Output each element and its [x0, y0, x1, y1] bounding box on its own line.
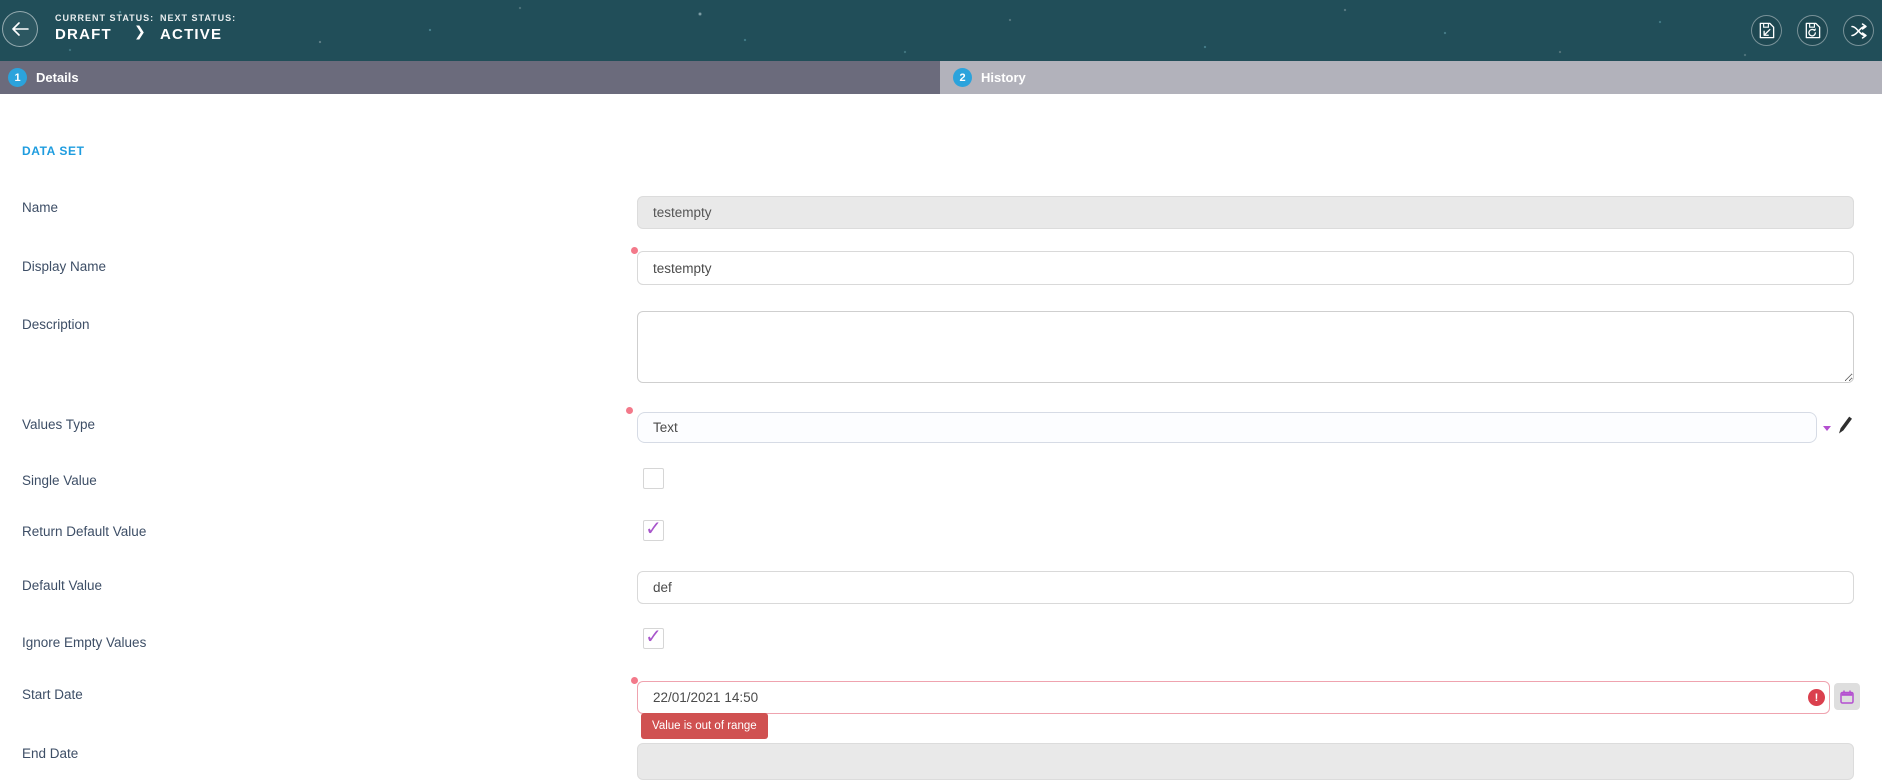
current-status-label: CURRENT STATUS:	[55, 13, 154, 23]
back-button[interactable]	[2, 11, 38, 47]
name-input[interactable]	[637, 196, 1854, 229]
check-icon: ✓	[645, 627, 662, 647]
single-value-checkbox[interactable]	[643, 468, 664, 489]
display-name-input[interactable]	[637, 251, 1854, 285]
status-header: CURRENT STATUS: DRAFT ❯ NEXT STATUS: ACT…	[0, 0, 1882, 61]
next-status-value: ACTIVE	[160, 26, 236, 43]
return-default-value-label: Return Default Value	[22, 524, 146, 539]
tab-history-label: History	[981, 70, 1026, 85]
start-date-error-message: Value is out of range	[641, 713, 768, 739]
return-default-value-checkbox[interactable]: ✓	[643, 520, 664, 541]
description-label: Description	[22, 317, 90, 332]
values-type-dropdown-caret-icon[interactable]	[1823, 426, 1831, 431]
end-date-input[interactable]	[637, 743, 1854, 780]
transitions-button[interactable]	[1843, 15, 1874, 46]
step-tabbar: 1 Details 2 History	[0, 61, 1882, 94]
default-value-label: Default Value	[22, 578, 102, 593]
tab-details[interactable]: 1 Details	[0, 61, 940, 94]
save-refresh-button[interactable]	[1797, 15, 1828, 46]
description-textarea[interactable]	[637, 311, 1854, 383]
tab-history[interactable]: 2 History	[940, 61, 1882, 94]
values-type-input[interactable]	[637, 412, 1817, 443]
pencil-icon	[1836, 414, 1854, 436]
status-chevron-icon: ❯	[134, 23, 146, 40]
single-value-label: Single Value	[22, 473, 97, 488]
required-dot	[626, 407, 633, 414]
next-status: NEXT STATUS: ACTIVE	[160, 13, 236, 43]
section-title-data-set: DATA SET	[22, 144, 85, 158]
default-value-input[interactable]	[637, 571, 1854, 604]
save-refresh-icon	[1803, 21, 1822, 40]
end-date-label: End Date	[22, 746, 78, 761]
start-date-input[interactable]	[637, 681, 1830, 714]
start-date-calendar-button[interactable]	[1834, 683, 1860, 710]
ignore-empty-values-checkbox[interactable]: ✓	[643, 628, 664, 649]
error-icon: !	[1808, 689, 1825, 706]
check-icon: ✓	[645, 519, 662, 539]
calendar-icon	[1839, 689, 1855, 705]
next-status-label: NEXT STATUS:	[160, 13, 236, 23]
name-label: Name	[22, 200, 58, 215]
tab-details-number: 1	[8, 68, 27, 87]
swap-arrows-icon	[1849, 21, 1869, 41]
header-actions	[1751, 15, 1874, 46]
save-icon	[1757, 21, 1776, 40]
start-date-label: Start Date	[22, 687, 83, 702]
back-arrow-icon	[11, 22, 29, 36]
ignore-empty-values-label: Ignore Empty Values	[22, 635, 146, 650]
tab-history-number: 2	[953, 68, 972, 87]
display-name-label: Display Name	[22, 259, 106, 274]
save-button[interactable]	[1751, 15, 1782, 46]
tab-details-label: Details	[36, 70, 79, 85]
values-type-label: Values Type	[22, 417, 95, 432]
values-type-edit-button[interactable]	[1836, 414, 1854, 438]
